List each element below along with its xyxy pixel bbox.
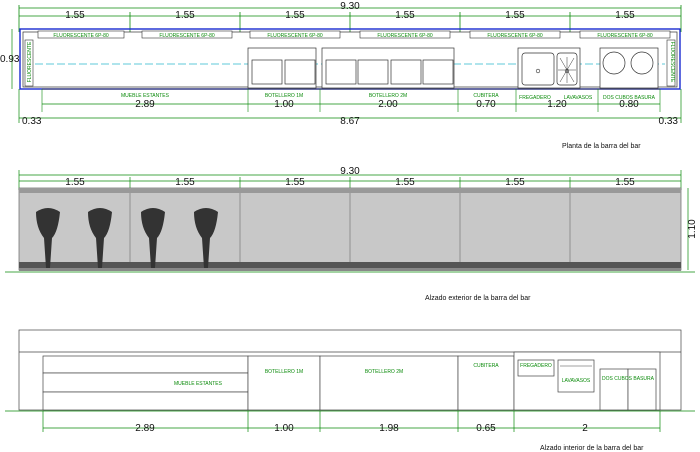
plan-fluor-left: FLUORESCENTE: [27, 41, 33, 82]
plan-module-dim-5: 1.55: [505, 10, 525, 21]
plan-fluor-1: FLUORESCENTE 6P-80: [53, 33, 109, 39]
ext-total-dim: 9.30: [340, 166, 360, 177]
ext-height-dim: 1.10: [687, 219, 698, 239]
int-label-fregadero: FREGADERO: [520, 363, 552, 369]
ext-module-dim-2: 1.55: [175, 177, 195, 188]
plan-fluor-2: FLUORESCENTE 6P-80: [159, 33, 215, 39]
plan-dim-left: 0.33: [22, 116, 42, 127]
int-label-lavavasos: LAVAVASOS: [562, 378, 591, 384]
plan-dim-inner: 8.67: [340, 116, 360, 127]
plan-module-dim-1: 1.55: [65, 10, 85, 21]
exterior-caption: Alzado exterior de la barra del bar: [425, 295, 531, 302]
ext-module-dim-6: 1.55: [615, 177, 635, 188]
plan-depth-dim: 0.93: [0, 54, 20, 65]
int-dim-botellero1: 1.00: [274, 423, 294, 434]
ext-module-dim-3: 1.55: [285, 177, 305, 188]
plan-dim-botellero2: 2.00: [378, 99, 398, 110]
plan-label-fregadero: FREGADERO: [519, 95, 551, 101]
int-label-mueble: MUEBLE ESTANTES: [174, 381, 223, 387]
int-dim-fregadero-basura: 2: [582, 423, 588, 434]
exterior-elevation: 9.30 1.55 1.55 1.55 1.55 1.55 1.55 1.10 …: [5, 166, 698, 302]
plan-caption: Planta de la barra del bar: [562, 143, 641, 150]
plan-fluor-6: FLUORESCENTE 6P-80: [597, 33, 653, 39]
int-label-botellero1: BOTELLERO 1M: [265, 369, 303, 375]
int-dim-botellero2: 1.98: [379, 423, 399, 434]
plan-fluor-right: FLUORESCENTE: [669, 42, 675, 83]
plan-dim-mueble: 2.89: [135, 99, 155, 110]
int-label-basura: DOS CUBOS BASURA: [602, 376, 655, 382]
plan-dim-right: 0.33: [659, 116, 679, 127]
interior-caption: Alzado interior de la barra del bar: [540, 445, 644, 452]
int-dim-mueble: 2.89: [135, 423, 155, 434]
plan-total-dim: 9.30: [340, 1, 360, 12]
plan-module-dim-4: 1.55: [395, 10, 415, 21]
ext-module-dim-1: 1.55: [65, 177, 85, 188]
ext-module-dim-4: 1.55: [395, 177, 415, 188]
plan-module-dim-2: 1.55: [175, 10, 195, 21]
plan-dim-botellero1: 1.00: [274, 99, 294, 110]
int-label-botellero2: BOTELLERO 2M: [365, 369, 403, 375]
plan-dim-cubitera: 0.70: [476, 99, 496, 110]
plan-dim-fregadero: 1.20: [547, 99, 567, 110]
plan-module-dim-6: 1.55: [615, 10, 635, 21]
int-dim-cubitera: 0.65: [476, 423, 496, 434]
plan-module-dim-3: 1.55: [285, 10, 305, 21]
plan-view: 9.30 1.55 1.55 1.55 1.55 1.55 1.55 FLUOR…: [0, 1, 682, 150]
ext-module-dim-5: 1.55: [505, 177, 525, 188]
bar-drawings: 9.30 1.55 1.55 1.55 1.55 1.55 1.55 FLUOR…: [0, 1, 698, 452]
drawing-canvas: 9.30 1.55 1.55 1.55 1.55 1.55 1.55 FLUOR…: [0, 0, 700, 452]
plan-label-lavavasos: LAVAVASOS: [564, 95, 593, 101]
plan-fluor-5: FLUORESCENTE 6P-80: [487, 33, 543, 39]
plan-dim-basura: 0.80: [619, 99, 639, 110]
int-label-cubitera: CUBITERA: [473, 363, 499, 369]
plan-fluor-4: FLUORESCENTE 6P-80: [377, 33, 433, 39]
plan-fluor-3: FLUORESCENTE 6P-80: [267, 33, 323, 39]
interior-elevation: MUEBLE ESTANTES BOTELLERO 1M BOTELLERO 2…: [5, 329, 695, 452]
